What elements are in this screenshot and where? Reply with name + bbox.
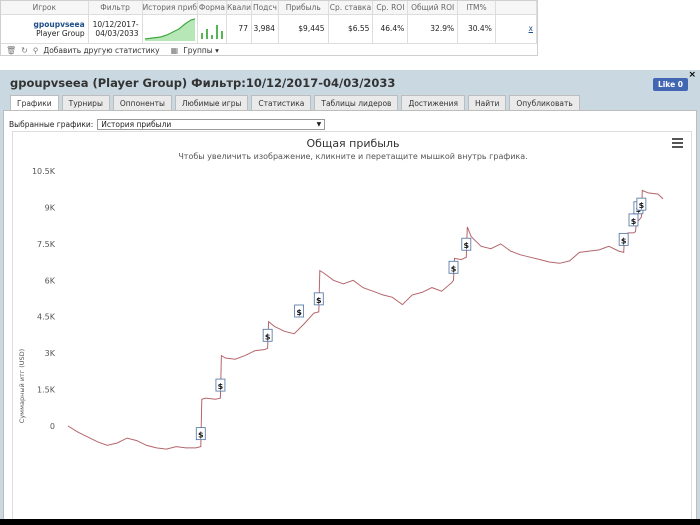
groups-icon: ▦: [170, 45, 179, 55]
col-header-filter[interactable]: Фильтр: [88, 1, 143, 15]
y-tick-label: 6K: [45, 276, 56, 285]
svg-text:$: $: [451, 264, 457, 273]
svg-text:$: $: [265, 332, 271, 341]
tab-content: Выбранные графики: История прибыли ▼ Общ…: [3, 110, 697, 525]
graph-select[interactable]: История прибыли ▼: [97, 119, 326, 130]
close-icon[interactable]: ×: [688, 70, 696, 80]
prize-marker[interactable]: $: [215, 378, 226, 392]
avg-stake-value: $6.55: [328, 14, 374, 44]
svg-text:$: $: [198, 431, 204, 440]
table-row: gpoupvseea Player Group 10/12/2017- 04/0…: [1, 14, 538, 44]
itm-value: 30.4%: [457, 14, 496, 44]
stats-table: Игрок Фильтр История приб Форма Квали По…: [1, 1, 538, 44]
col-header-profit[interactable]: Прибыль: [278, 1, 329, 15]
y-tick-label: 9K: [45, 203, 56, 212]
svg-text:$: $: [296, 308, 302, 317]
window-bottom-edge: [0, 519, 700, 525]
col-header-player[interactable]: Игрок: [1, 1, 89, 15]
tab-find[interactable]: Найти: [467, 95, 507, 110]
col-header-itm[interactable]: ITM%: [457, 1, 496, 15]
page-title: gpoupvseea (Player Group) Фильтр:10/12/2…: [10, 76, 396, 90]
svg-text:$: $: [464, 241, 470, 250]
profit-value: $9,445: [278, 14, 329, 44]
graph-select-row: Выбранные графики: История прибыли ▼: [9, 119, 326, 130]
col-header-total-roi[interactable]: Общий ROI: [407, 1, 459, 15]
facebook-like-button[interactable]: Like 0: [652, 78, 688, 91]
chart-plot: 01.5K3K4.5K6K7.5K9K10.5K$$$$$$$$$$$: [32, 167, 664, 450]
col-header-profit-history[interactable]: История приб: [142, 1, 198, 15]
player-group: Player Group: [36, 28, 85, 38]
tab-statistics[interactable]: Статистика: [251, 95, 312, 110]
filter-cell: 10/12/2017- 04/03/2033: [88, 14, 143, 44]
svg-text:$: $: [218, 382, 224, 391]
y-tick-label: 3K: [45, 349, 56, 358]
y-tick-label: 0: [50, 422, 55, 431]
tab-achievements[interactable]: Достижения: [401, 95, 465, 110]
prize-marker[interactable]: $: [195, 427, 206, 441]
count-value: 3,984: [251, 14, 279, 44]
add-stat-link[interactable]: Добавить другую статистику: [43, 46, 159, 55]
prize-marker[interactable]: $: [262, 328, 273, 342]
tab-leaderboards[interactable]: Таблицы лидеров: [314, 95, 399, 110]
tab-tournaments[interactable]: Турниры: [61, 95, 110, 110]
tab-publish[interactable]: Опубликовать: [509, 95, 580, 110]
col-header-avg-roi[interactable]: Ср. ROI: [372, 1, 409, 15]
y-tick-label: 4.5K: [37, 313, 56, 322]
col-header-count[interactable]: Подсч: [251, 1, 279, 15]
tab-opponents[interactable]: Оппоненты: [112, 95, 172, 110]
col-header-remove: [495, 1, 538, 15]
total-roi-value: 32.9%: [407, 14, 459, 44]
profit-line: [67, 189, 664, 450]
form-bars: [200, 24, 223, 39]
player-name-link[interactable]: gpoupvseea: [4, 20, 84, 29]
y-tick-label: 1.5K: [37, 386, 56, 395]
avg-roi-value: 46.4%: [372, 14, 409, 44]
form-bars-cell: [197, 14, 227, 44]
chevron-down-icon: ▼: [316, 121, 322, 128]
chevron-down-icon: ▾: [215, 45, 219, 55]
profit-history-sparkline: [144, 17, 196, 41]
graph-select-value: История прибыли: [101, 120, 172, 129]
stats-panel: Игрок Фильтр История приб Форма Квали По…: [0, 0, 538, 56]
trash-icon[interactable]: 🗑: [6, 46, 16, 55]
svg-text:$: $: [639, 201, 645, 210]
prize-marker[interactable]: $: [461, 237, 472, 251]
remove-row-link[interactable]: x: [495, 14, 538, 44]
stats-header-row: Игрок Фильтр История приб Форма Квали По…: [1, 1, 538, 15]
tab-favorite-games[interactable]: Любимые игры: [174, 95, 249, 110]
col-header-form[interactable]: Форма: [197, 1, 227, 15]
col-header-avg-stake[interactable]: Ср. ставка: [328, 1, 374, 15]
stats-footer: 🗑 ↻ ⚲ Добавить другую статистику ▦ Групп…: [1, 44, 537, 57]
y-tick-label: 10.5K: [32, 167, 56, 176]
filter-end: 04/03/2033: [95, 28, 139, 38]
svg-text:$: $: [316, 296, 322, 305]
prize-marker[interactable]: $: [636, 197, 647, 211]
prize-marker[interactable]: $: [448, 260, 459, 274]
prize-marker[interactable]: $: [618, 232, 629, 246]
player-panel: × gpoupvseea (Player Group) Фильтр:10/12…: [0, 70, 700, 525]
graph-select-label: Выбранные графики:: [9, 120, 94, 129]
prize-marker[interactable]: $: [313, 292, 324, 306]
filter-start: 10/12/2017-: [92, 19, 139, 29]
refresh-icon[interactable]: ↻: [21, 46, 28, 55]
add-stat-icon: ⚲: [32, 45, 39, 55]
groups-dropdown[interactable]: Группы ▾: [183, 46, 219, 55]
qual-value: 77: [226, 14, 252, 44]
col-header-qual[interactable]: Квали: [226, 1, 252, 15]
player-cell: gpoupvseea Player Group: [1, 14, 89, 44]
prize-marker[interactable]: $: [628, 213, 639, 227]
tab-bar: Графики Турниры Оппоненты Любимые игры С…: [10, 95, 580, 110]
profit-chart[interactable]: Общая прибыль Чтобы увеличить изображени…: [12, 131, 692, 525]
svg-text:$: $: [631, 217, 637, 226]
svg-text:$: $: [621, 236, 627, 245]
y-tick-label: 7.5K: [37, 240, 56, 249]
prize-marker[interactable]: $: [294, 304, 305, 318]
groups-label: Группы: [183, 45, 213, 55]
profit-history-sparkline-cell: [142, 14, 198, 44]
tab-graphs[interactable]: Графики: [10, 95, 59, 110]
